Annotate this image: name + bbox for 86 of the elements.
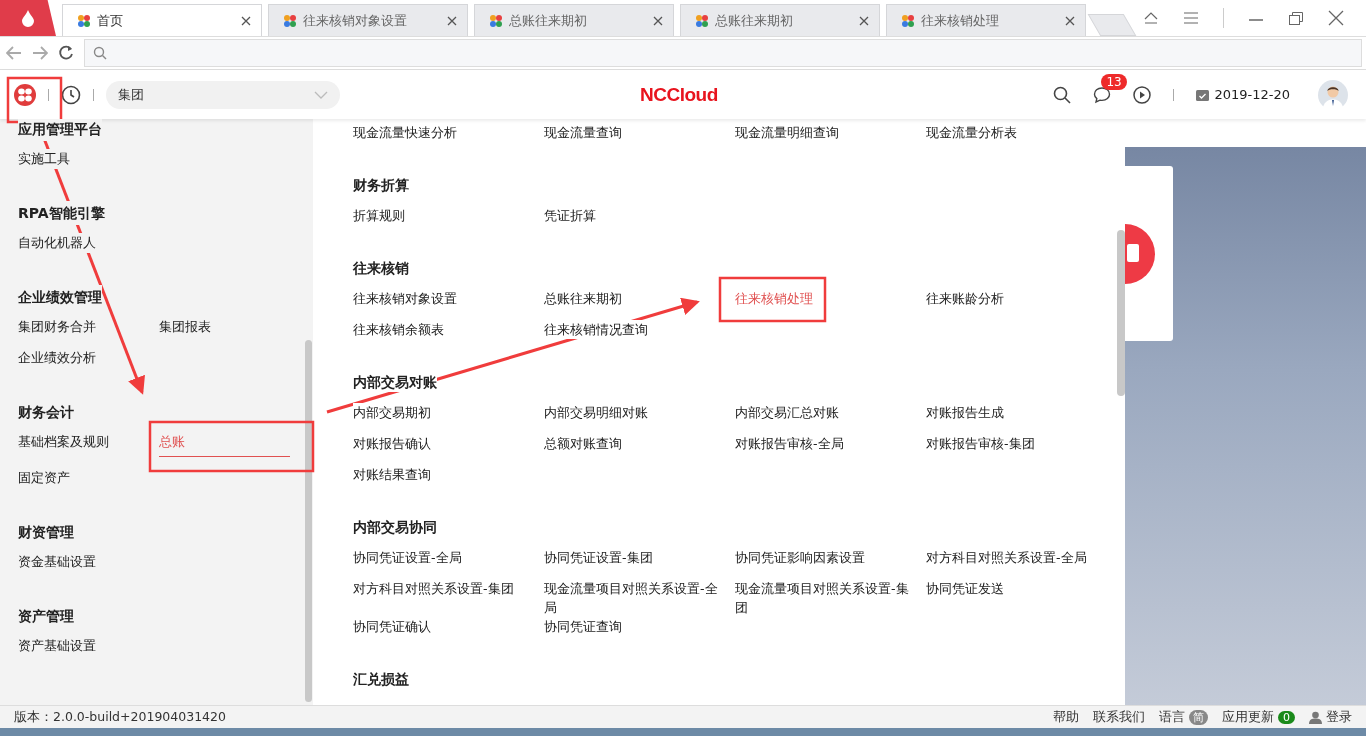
app-update-link[interactable]: 应用更新: [1222, 708, 1274, 726]
message-icon[interactable]: [1093, 85, 1112, 104]
menu-item[interactable]: 协同凭证查询: [544, 617, 622, 636]
app-icon: [695, 13, 709, 28]
close-icon[interactable]: [859, 15, 869, 26]
menu-item[interactable]: 折算规则: [353, 206, 405, 225]
app-icon: [283, 13, 297, 28]
close-icon[interactable]: [1065, 15, 1075, 26]
date-text: 2019-12-20: [1214, 87, 1290, 102]
menu-item[interactable]: 协同凭证发送: [926, 579, 1004, 598]
org-select[interactable]: 集团: [106, 80, 340, 109]
menu-item[interactable]: 往来核销余额表: [353, 320, 444, 339]
menu-item[interactable]: 总账往来期初: [544, 289, 622, 308]
address-field[interactable]: [84, 39, 1362, 67]
menu-item[interactable]: 现金流量快速分析: [353, 123, 457, 142]
chevron-down-icon: [314, 90, 328, 99]
close-icon[interactable]: [1328, 10, 1344, 26]
menu-item[interactable]: 往来核销处理: [735, 289, 813, 308]
language-link[interactable]: 语言: [1159, 708, 1185, 726]
menu-item[interactable]: 内部交易明细对账: [544, 403, 648, 422]
search-icon: [93, 46, 107, 60]
menu-heading: 财务折算: [353, 175, 409, 195]
category-heading: 应用管理平台: [18, 119, 102, 141]
language-badge[interactable]: 简: [1189, 709, 1208, 725]
scrollbar-thumb[interactable]: [305, 340, 312, 702]
menu-item[interactable]: 往来账龄分析: [926, 289, 1004, 308]
scrollbar-thumb[interactable]: [1117, 230, 1125, 396]
sidebar-item[interactable]: 自动化机器人: [18, 233, 96, 253]
menu-item[interactable]: 现金流量分析表: [926, 123, 1017, 142]
menu-item[interactable]: 协同凭证确认: [353, 617, 431, 636]
menu-item[interactable]: 协同凭证设置-集团: [544, 548, 653, 567]
sidebar-item[interactable]: 总账: [159, 432, 290, 457]
browser-tab[interactable]: 往来核销对象设置: [268, 4, 468, 36]
menu-item[interactable]: 往来核销对象设置: [353, 289, 457, 308]
menu-heading: 往来核销: [353, 258, 409, 278]
browser-tab[interactable]: 往来核销处理: [886, 4, 1086, 36]
update-count-badge: 0: [1278, 710, 1295, 724]
menu-item[interactable]: 内部交易汇总对账: [735, 403, 839, 422]
message-count-badge: 13: [1101, 73, 1127, 90]
footer-link[interactable]: 联系我们: [1093, 708, 1145, 726]
logo: NCCloud: [640, 84, 718, 106]
menu-item[interactable]: 协同凭证设置-全局: [353, 548, 462, 567]
login-link[interactable]: 登录: [1326, 708, 1352, 726]
avatar-icon[interactable]: [1318, 79, 1348, 110]
calendar-icon: [1196, 88, 1210, 101]
menu-item[interactable]: 对账报告审核-集团: [926, 434, 1035, 453]
menu-item[interactable]: 对账结果查询: [353, 465, 431, 484]
footer-link[interactable]: 帮助: [1053, 708, 1079, 726]
menu-item[interactable]: 对账报告确认: [353, 434, 431, 453]
user-icon: [1309, 710, 1322, 724]
play-icon[interactable]: [1133, 85, 1152, 104]
app-icon: [901, 13, 915, 28]
app-menu-icon[interactable]: [14, 83, 36, 106]
close-icon[interactable]: [241, 15, 251, 26]
browser-logo[interactable]: [0, 0, 56, 36]
category-heading: RPA智能引擎: [18, 201, 105, 225]
clock-icon[interactable]: [61, 84, 81, 105]
app-icon: [77, 13, 91, 28]
collapse-icon[interactable]: [1143, 12, 1159, 24]
app-icon: [489, 13, 503, 28]
browser-tab[interactable]: 首页: [62, 4, 262, 36]
menu-item[interactable]: 现金流量查询: [544, 123, 622, 142]
search-icon[interactable]: [1053, 85, 1072, 104]
sidebar-item[interactable]: 实施工具: [18, 149, 70, 169]
menu-item[interactable]: 协同凭证影响因素设置: [735, 548, 865, 567]
menu-item[interactable]: 对方科目对照关系设置-集团: [353, 579, 514, 598]
version-text: 版本：2.0.0-build+201904031420: [14, 708, 226, 726]
menu-item[interactable]: 对账报告审核-全局: [735, 434, 844, 453]
restore-icon[interactable]: [1288, 11, 1304, 25]
menu-heading: 汇兑损益: [353, 669, 409, 689]
browser-tab[interactable]: 总账往来期初: [680, 4, 880, 36]
reload-icon[interactable]: [58, 45, 74, 61]
browser-tab[interactable]: 总账往来期初: [474, 4, 674, 36]
close-icon[interactable]: [447, 15, 457, 26]
menu-item[interactable]: 凭证折算: [544, 206, 596, 225]
menu-item[interactable]: 现金流量明细查询: [735, 123, 839, 142]
menu-item[interactable]: 内部交易期初: [353, 403, 431, 422]
close-icon[interactable]: [653, 15, 663, 26]
drop-icon: [21, 9, 35, 27]
menu-item[interactable]: 对方科目对照关系设置-全局: [926, 548, 1087, 567]
menu-item[interactable]: 总额对账查询: [544, 434, 622, 453]
menu-heading: 内部交易协同: [353, 517, 437, 537]
menu-heading: 内部交易对账: [353, 372, 437, 392]
menu-item[interactable]: 对账报告生成: [926, 403, 1004, 422]
menu-item[interactable]: 往来核销情况查询: [544, 320, 648, 339]
highlight-box: [6, 76, 63, 124]
